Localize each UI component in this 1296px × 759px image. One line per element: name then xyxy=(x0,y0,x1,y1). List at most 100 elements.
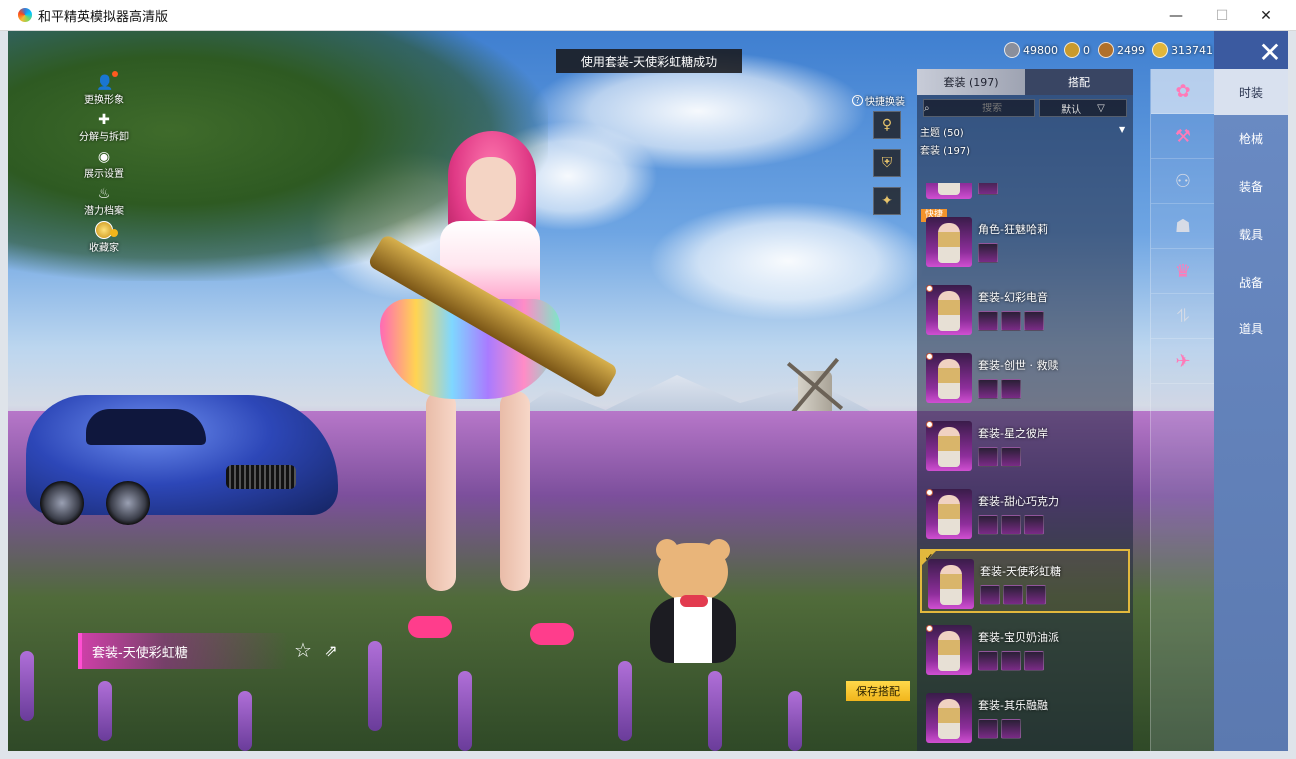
save-outfit-button[interactable]: 保存搭配 xyxy=(846,681,910,701)
part-thumbnail[interactable] xyxy=(1001,651,1021,671)
currency-silver: 49800 xyxy=(1004,41,1058,59)
menu-display-settings[interactable]: ◉ 展示设置 xyxy=(72,143,136,180)
tab-fashion[interactable]: 时装 xyxy=(1214,69,1288,115)
lavender-flower xyxy=(20,651,34,721)
outfit-figure xyxy=(938,223,960,263)
category-pants[interactable]: ⥮ xyxy=(1151,294,1215,339)
outfit-name: 套装-创世 · 救赎 xyxy=(978,359,1059,372)
minimize-button[interactable]: — xyxy=(1153,0,1199,31)
part-thumbnail[interactable] xyxy=(978,719,998,739)
bronze-coin-icon xyxy=(1098,42,1114,58)
part-thumbnail[interactable] xyxy=(980,585,1000,605)
part-thumbnail[interactable] xyxy=(1001,311,1021,331)
tab-equipment[interactable]: 装备 xyxy=(1214,163,1288,209)
filter-set[interactable]: 套装 (197) xyxy=(920,142,970,157)
list-item[interactable]: 快捷 角色-狂魅哈莉 xyxy=(920,209,1130,273)
quick-switch-header: ? 快捷换装 xyxy=(852,93,905,108)
outfit-panel: 套装 (197) 搭配 ⌕ 默认 ▽ 主题 (50) ▼ 套装 (197) 快 xyxy=(917,69,1133,751)
list-item[interactable] xyxy=(920,183,1130,205)
list-item[interactable]: 套装-幻彩电音 xyxy=(920,277,1130,341)
category-helmet[interactable]: ☗ xyxy=(1151,204,1215,249)
car-window xyxy=(86,409,206,445)
tab-props[interactable]: 道具 xyxy=(1214,305,1288,351)
window-close-button[interactable]: ✕ xyxy=(1243,0,1289,31)
category-parachute[interactable]: ✈ xyxy=(1151,339,1215,384)
part-thumbnail[interactable] xyxy=(978,379,998,399)
tab-firearms[interactable]: 枪械 xyxy=(1214,115,1288,161)
list-item[interactable]: 套装-宝贝奶油派 xyxy=(920,617,1130,681)
help-icon[interactable]: ? xyxy=(852,95,863,106)
tab-matching[interactable]: 搭配 xyxy=(1025,69,1133,95)
category-gun[interactable]: ⚒ xyxy=(1151,114,1215,159)
part-thumbnail[interactable] xyxy=(978,311,998,331)
menu-label: 收藏家 xyxy=(89,243,119,254)
tab-outfits[interactable]: 套装 (197) xyxy=(917,69,1025,95)
part-thumbnail[interactable] xyxy=(1024,651,1044,671)
quick-slot-wings[interactable]: ✦ xyxy=(873,187,901,215)
share-icon[interactable]: ⇗ xyxy=(320,641,342,661)
window-title: 和平精英模拟器高清版 xyxy=(38,9,169,25)
maximize-button[interactable]: ☐ xyxy=(1199,0,1245,31)
figure-icon: ♀ xyxy=(881,117,893,133)
tab-gear[interactable]: 战备 xyxy=(1214,259,1288,305)
part-thumbnail[interactable] xyxy=(1001,719,1021,739)
flame-icon: ♨ xyxy=(97,186,111,202)
current-outfit-nameplate: 套装-天使彩虹糖 xyxy=(78,633,288,669)
car-wheel xyxy=(40,481,84,525)
outfit-parts xyxy=(978,515,1044,535)
part-thumbnail[interactable] xyxy=(978,183,998,195)
outfit-parts xyxy=(978,311,1044,331)
notification-dot xyxy=(112,71,118,77)
list-item[interactable]: 套装-其乐融融 xyxy=(920,685,1130,749)
list-item[interactable]: 套装-星之彼岸 xyxy=(920,413,1130,477)
part-thumbnail[interactable] xyxy=(978,243,998,263)
lavender-flower xyxy=(788,691,802,751)
currency-value: 2499 xyxy=(1117,43,1145,57)
outfit-thumbnail xyxy=(926,217,972,267)
window-border-bottom xyxy=(0,751,1296,759)
part-thumbnail[interactable] xyxy=(978,651,998,671)
bear-head xyxy=(658,543,728,601)
part-thumbnail[interactable] xyxy=(1001,379,1021,399)
car-wheel xyxy=(106,481,150,525)
close-icon[interactable]: ✕ xyxy=(1256,39,1284,67)
search-input[interactable] xyxy=(929,102,1055,114)
gun-icon: ⚒ xyxy=(1174,125,1192,147)
parachute-icon: ✈ xyxy=(1175,350,1191,372)
part-thumbnail[interactable] xyxy=(1026,585,1046,605)
quick-slot-figure[interactable]: ♀ xyxy=(873,111,901,139)
part-thumbnail[interactable] xyxy=(978,515,998,535)
part-thumbnail[interactable] xyxy=(1003,585,1023,605)
window-titlebar: 和平精英模拟器高清版 — ☐ ✕ xyxy=(0,0,1296,31)
part-thumbnail[interactable] xyxy=(1001,447,1021,467)
favorite-star-icon[interactable]: ☆ xyxy=(292,639,314,661)
list-item[interactable]: 套装-创世 · 救赎 xyxy=(920,345,1130,409)
search-field[interactable]: ⌕ xyxy=(923,99,1055,117)
part-thumbnail[interactable] xyxy=(1024,515,1044,535)
menu-change-appearance[interactable]: 👤 更换形象 xyxy=(72,69,136,106)
tab-vehicles[interactable]: 载具 xyxy=(1214,211,1288,257)
sort-dropdown[interactable]: 默认 ▽ xyxy=(1039,99,1127,117)
part-thumbnail[interactable] xyxy=(1024,311,1044,331)
category-outfit[interactable]: ✿ xyxy=(1151,69,1215,114)
list-item[interactable]: 套装-甜心巧克力 xyxy=(920,481,1130,545)
character-face xyxy=(466,157,516,221)
category-goggles[interactable]: ⚇ xyxy=(1151,159,1215,204)
dropdown-arrow-icon[interactable]: ▼ xyxy=(1119,125,1125,134)
limited-dot-icon xyxy=(926,285,933,292)
menu-collector[interactable]: 收藏家 xyxy=(72,217,136,254)
currency-value: 313741 xyxy=(1171,43,1213,57)
outfit-name: 套装-宝贝奶油派 xyxy=(978,631,1059,644)
filter-theme[interactable]: 主题 (50) xyxy=(920,124,964,139)
part-thumbnail[interactable] xyxy=(978,447,998,467)
part-thumbnail[interactable] xyxy=(1001,515,1021,535)
menu-label: 潜力档案 xyxy=(84,206,124,217)
limited-dot-icon xyxy=(926,489,933,496)
menu-potential-archive[interactable]: ♨ 潜力档案 xyxy=(72,180,136,217)
category-dress[interactable]: ♛ xyxy=(1151,249,1215,294)
outfit-thumbnail xyxy=(926,285,972,335)
left-menu: 👤 更换形象 ✚ 分解与拆卸 ◉ 展示设置 ♨ 潜力档案 收藏家 xyxy=(72,69,136,254)
quick-slot-shield[interactable]: ⛨ xyxy=(873,149,901,177)
list-item-selected[interactable]: ✓ 套装-天使彩虹糖 xyxy=(920,549,1130,613)
menu-decompose[interactable]: ✚ 分解与拆卸 xyxy=(72,106,136,143)
